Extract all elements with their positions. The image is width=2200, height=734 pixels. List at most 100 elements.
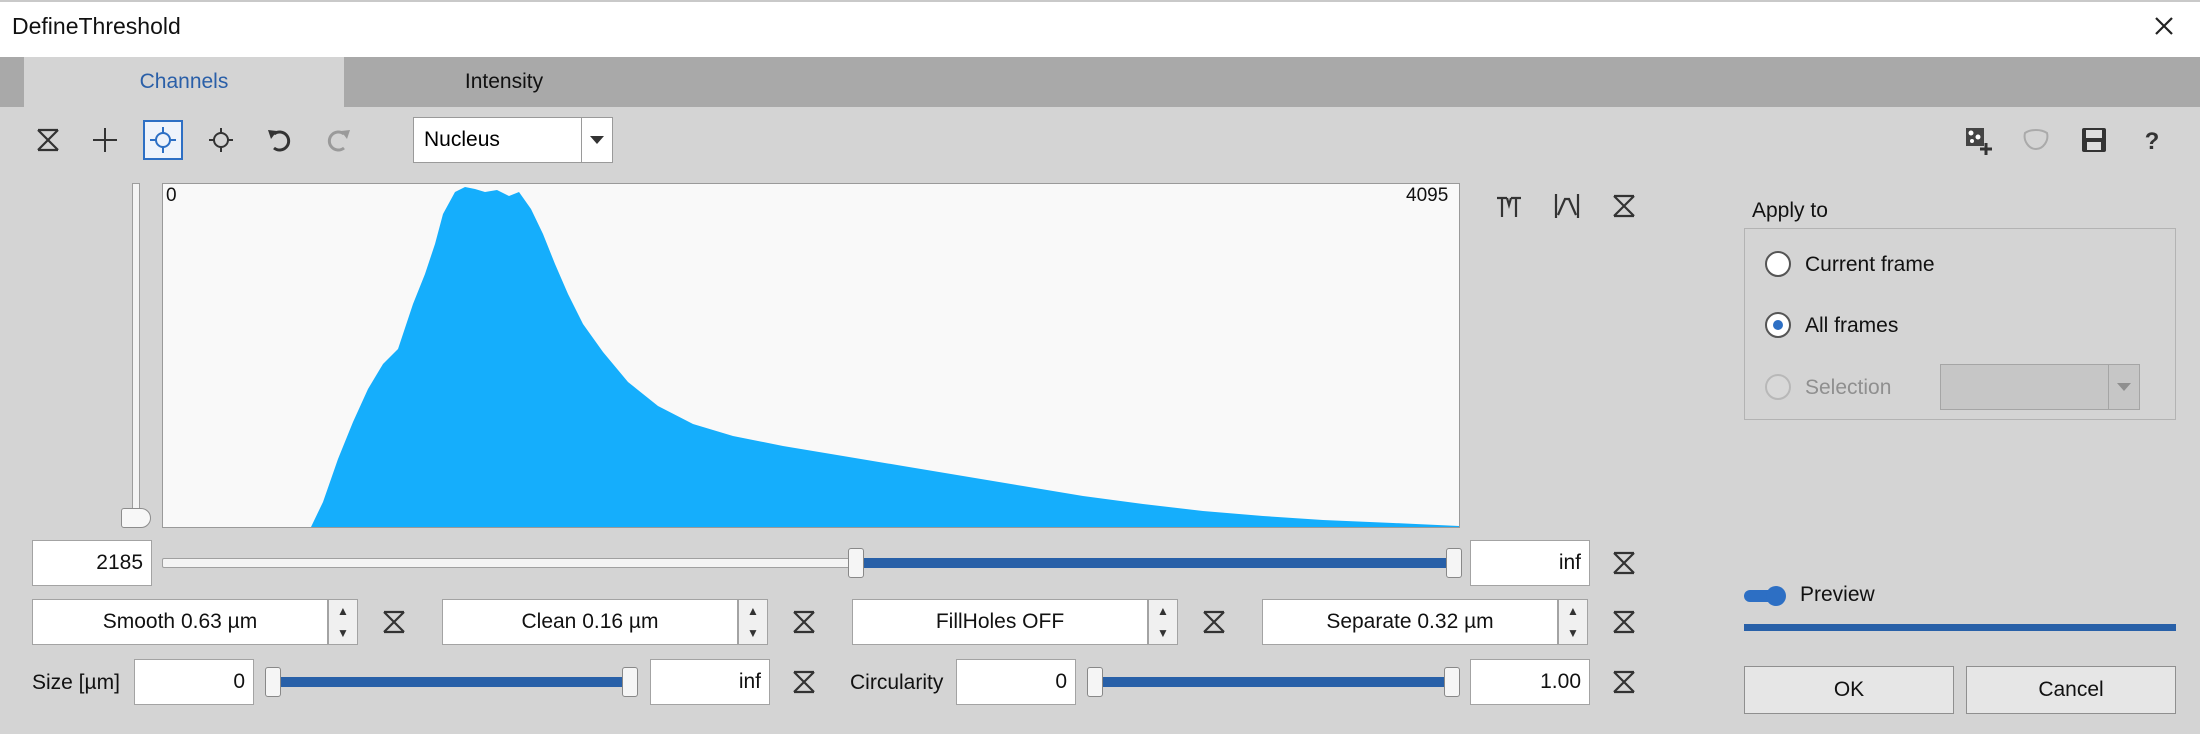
arrow-up-icon[interactable]: ▲	[1567, 600, 1579, 622]
arrow-down-icon[interactable]: ▼	[337, 622, 349, 644]
threshold-range-fill	[857, 558, 1455, 568]
arrow-up-icon[interactable]: ▲	[747, 600, 759, 622]
preview-toggle[interactable]	[1744, 585, 1788, 607]
arrow-down-icon[interactable]: ▼	[1157, 622, 1169, 644]
circularity-label: Circularity	[850, 671, 944, 694]
fillholes-field[interactable]: FillHoles OFF	[852, 599, 1148, 645]
preview-label[interactable]: Preview	[1800, 583, 1875, 607]
circularity-max-input[interactable]: 1.00	[1470, 659, 1590, 705]
smooth-reset-button[interactable]	[374, 602, 414, 642]
reset-icon	[1613, 551, 1635, 575]
arrow-up-icon[interactable]: ▲	[337, 600, 349, 622]
save-button[interactable]	[2074, 120, 2114, 160]
reset-icon	[1203, 610, 1225, 634]
help-icon: ?	[2145, 128, 2160, 155]
histogram-plot[interactable]	[162, 183, 1460, 528]
threshold-range-slider[interactable]	[162, 558, 1460, 568]
smooth-field[interactable]: Smooth 0.63 µm	[32, 599, 328, 645]
separate-reset-button[interactable]	[1604, 602, 1644, 642]
histogram-scale-handle[interactable]	[121, 508, 151, 528]
undo-button[interactable]	[260, 120, 300, 160]
auto-threshold-button[interactable]	[143, 120, 183, 160]
threshold-reset-button[interactable]	[1604, 543, 1644, 583]
clean-spinner[interactable]: ▲ ▼	[738, 599, 768, 645]
separate-field[interactable]: Separate 0.32 µm	[1262, 599, 1558, 645]
reset-icon	[793, 610, 815, 634]
histogram-max-label: 4095	[1406, 185, 1449, 206]
arrow-up-icon[interactable]: ▲	[1157, 600, 1169, 622]
help-button[interactable]: ?	[2132, 120, 2172, 160]
window-title: DefineThreshold	[12, 13, 181, 39]
separate-spinner[interactable]: ▲ ▼	[1558, 599, 1588, 645]
fillholes-spinner[interactable]: ▲ ▼	[1148, 599, 1178, 645]
smooth-spinner[interactable]: ▲ ▼	[328, 599, 358, 645]
current-frame-label[interactable]: Current frame	[1805, 253, 1935, 277]
reset-icon	[1613, 670, 1635, 694]
selection-select	[1940, 364, 2140, 410]
circularity-min-input[interactable]: 0	[956, 659, 1076, 705]
fit-to-range-icon	[1497, 196, 1521, 217]
reset-icon	[1613, 610, 1635, 634]
object-button[interactable]	[2016, 120, 2056, 160]
add-region-button[interactable]	[1958, 120, 1998, 160]
auto-threshold-icon	[150, 127, 176, 153]
tab-intensity[interactable]: Intensity	[344, 57, 664, 107]
size-max-input[interactable]: inf	[650, 659, 770, 705]
arrow-down-icon[interactable]: ▼	[1567, 622, 1579, 644]
add-region-icon	[1966, 128, 1992, 155]
reset-icon	[383, 610, 405, 634]
title-bar	[0, 0, 2200, 57]
clean-field[interactable]: Clean 0.16 µm	[442, 599, 738, 645]
size-min-handle[interactable]	[265, 667, 281, 697]
fillholes-reset-button[interactable]	[1194, 602, 1234, 642]
size-range-fill	[273, 677, 631, 687]
all-frames-label[interactable]: All frames	[1805, 314, 1898, 338]
channel-select[interactable]: Nucleus	[413, 117, 613, 163]
threshold-low-input[interactable]: 2185	[32, 540, 152, 586]
save-icon	[2082, 128, 2106, 152]
fit-range-button[interactable]	[1489, 186, 1529, 226]
arrow-down-icon[interactable]: ▼	[747, 622, 759, 644]
crosshair-icon	[93, 128, 117, 152]
reset-icon	[793, 670, 815, 694]
redo-button[interactable]	[318, 120, 358, 160]
sun-threshold-button[interactable]	[201, 120, 241, 160]
histogram-scale-slider[interactable]	[132, 183, 140, 523]
ok-button[interactable]: OK	[1744, 666, 1954, 714]
circularity-range-fill	[1095, 677, 1453, 687]
histogram-min-label: 0	[166, 185, 177, 206]
cancel-button[interactable]: Cancel	[1966, 666, 2176, 714]
preview-progress-bar	[1744, 624, 2176, 631]
close-icon[interactable]	[2148, 10, 2180, 42]
chevron-down-icon[interactable]	[581, 118, 612, 162]
current-frame-radio[interactable]	[1765, 251, 1791, 277]
circularity-range-slider[interactable]	[1094, 677, 1454, 687]
circularity-min-handle[interactable]	[1087, 667, 1103, 697]
circularity-max-handle[interactable]	[1444, 667, 1460, 697]
threshold-high-handle[interactable]	[1445, 548, 1462, 578]
chevron-down-icon	[2108, 365, 2139, 409]
size-max-handle[interactable]	[622, 667, 638, 697]
tab-channels[interactable]: Channels	[24, 57, 344, 107]
apply-to-title: Apply to	[1752, 199, 1828, 222]
object-icon	[2023, 129, 2049, 151]
selection-label: Selection	[1805, 376, 1892, 399]
size-label: Size [µm]	[32, 671, 120, 694]
threshold-high-input[interactable]: inf	[1470, 540, 1590, 586]
reset-icon	[37, 128, 59, 152]
all-frames-radio[interactable]	[1765, 312, 1791, 338]
size-reset-button[interactable]	[784, 662, 824, 702]
peak-button[interactable]	[1547, 186, 1587, 226]
channel-select-value: Nucleus	[424, 128, 500, 151]
crosshair-button[interactable]	[85, 120, 125, 160]
size-range-slider[interactable]	[272, 677, 632, 687]
size-min-input[interactable]: 0	[134, 659, 254, 705]
svg-text:?: ?	[2145, 128, 2160, 155]
reset-threshold-button[interactable]	[28, 120, 68, 160]
clean-reset-button[interactable]	[784, 602, 824, 642]
circularity-reset-button[interactable]	[1604, 662, 1644, 702]
threshold-low-handle[interactable]	[848, 548, 865, 578]
histogram-area	[311, 187, 1459, 527]
selection-radio	[1765, 374, 1791, 400]
histogram-reset-button[interactable]	[1604, 186, 1644, 226]
